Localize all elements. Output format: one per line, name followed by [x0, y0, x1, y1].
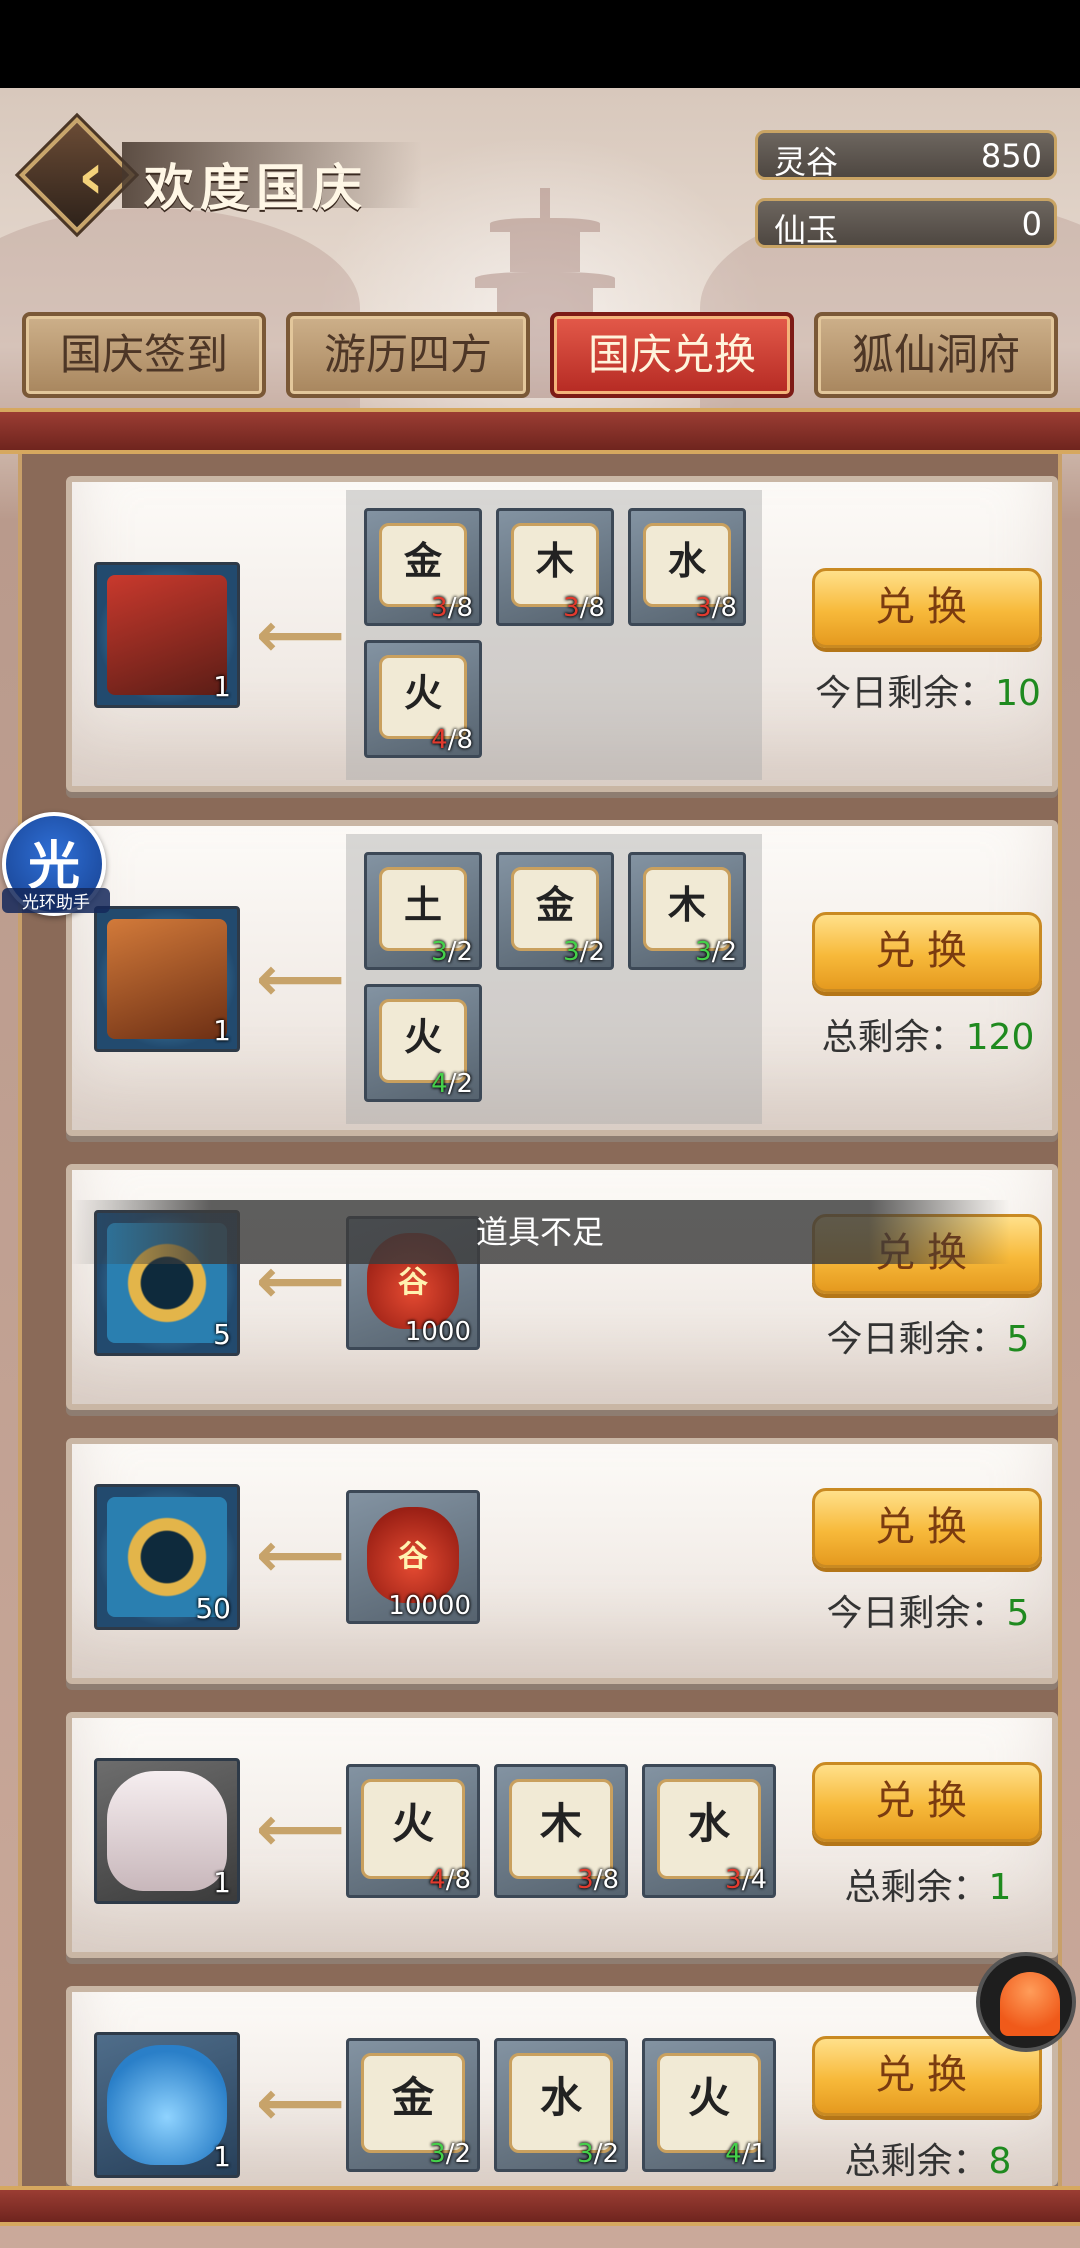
reward-count: 1 [213, 1866, 231, 1899]
requirement-count: 4/8 [431, 725, 473, 755]
requirement-item[interactable]: 火 4/2 [364, 984, 482, 1102]
exchange-card: 1 ⟵ 火 4/8 木 3/8 水 3/4 兑换 总剩余：1 [66, 1712, 1058, 1958]
notification-button[interactable] [976, 1952, 1076, 2052]
reward-count: 5 [213, 1318, 231, 1351]
requirement-item[interactable]: 水 3/2 [494, 2038, 628, 2172]
requirement-count: 3/8 [577, 1865, 619, 1895]
scroll-icon: 水 [657, 1779, 761, 1879]
status-bar [0, 0, 1080, 88]
requirement-count: 3/2 [563, 937, 605, 967]
exchange-card: 1 ⟵ 金 3/2 水 3/2 火 4/1 兑换 总剩余：8 [66, 1986, 1058, 2186]
requirement-count: 1000 [404, 1317, 471, 1347]
reward-count: 1 [213, 2140, 231, 2173]
reward-item-slot[interactable]: 1 [94, 1758, 240, 1904]
scroll-icon: 木 [509, 1779, 613, 1879]
scroll-icon: 火 [361, 1779, 465, 1879]
requirement-item[interactable]: 木 3/8 [496, 508, 614, 626]
arrow-left-icon: ⟵ [256, 2066, 345, 2139]
toast-message: 道具不足 [70, 1200, 1010, 1264]
reward-item-slot[interactable]: 1 [94, 2032, 240, 2178]
arrow-left-icon: ⟵ [256, 598, 345, 671]
requirement-item[interactable]: 金 3/2 [346, 2038, 480, 2172]
reward-item-slot[interactable]: 1 [94, 906, 240, 1052]
grain-bag-icon: 谷 [367, 1507, 459, 1603]
requirement-count: 3/8 [563, 593, 605, 623]
arrow-left-icon: ⟵ [256, 1792, 345, 1865]
exchange-card: 50 ⟵ 谷 10000 兑换 今日剩余：5 [66, 1438, 1058, 1684]
exchange-card: 1 ⟵ 土 3/2 金 3/2 木 3/2 火 4/2 兑换 总剩余：120 [66, 820, 1058, 1136]
requirement-count: 3/4 [725, 1865, 767, 1895]
remaining-count: 总剩余：120 [821, 1017, 1035, 1058]
exchange-button[interactable]: 兑换 [812, 568, 1042, 648]
requirement-count: 3/2 [695, 937, 737, 967]
requirement-item[interactable]: 谷 10000 [346, 1490, 480, 1624]
requirement-item[interactable]: 金 3/2 [496, 852, 614, 970]
tab-national-day-checkin[interactable]: 国庆签到 [22, 312, 266, 398]
frame-bottom-border [0, 2186, 1080, 2226]
exchange-list[interactable]: 1 ⟵ 金 3/8 木 3/8 水 3/8 火 4/8 兑换 今日剩余：10 1… [18, 454, 1062, 2194]
bell-icon [1000, 1972, 1060, 2036]
chevron-left-icon[interactable]: ‹ [56, 142, 126, 212]
reward-item-slot[interactable]: 1 [94, 562, 240, 708]
currency-value: 0 [1021, 205, 1042, 243]
requirement-item[interactable]: 土 3/2 [364, 852, 482, 970]
treasure-chest-icon [107, 575, 227, 695]
exchange-button[interactable]: 兑换 [812, 1762, 1042, 1842]
requirement-count: 4/8 [429, 1865, 471, 1895]
requirement-count: 4/1 [725, 2139, 767, 2169]
requirement-count: 3/2 [431, 937, 473, 967]
remaining-count: 今日剩余：10 [815, 673, 1041, 714]
requirement-count: 3/2 [577, 2139, 619, 2169]
floating-assistant-button[interactable]: 光 光环助手 [2, 812, 110, 916]
frame-top-border [0, 408, 1080, 454]
blue-pouch-icon [107, 2045, 227, 2165]
scroll-icon: 金 [361, 2053, 465, 2153]
fox-mask-icon [107, 1771, 227, 1891]
requirement-item[interactable]: 金 3/8 [364, 508, 482, 626]
reward-count: 50 [195, 1592, 231, 1625]
exchange-card: 1 ⟵ 金 3/8 木 3/8 水 3/8 火 4/8 兑换 今日剩余：10 [66, 476, 1058, 792]
assistant-label: 光环助手 [2, 888, 110, 913]
requirement-item[interactable]: 火 4/8 [346, 1764, 480, 1898]
arrow-left-icon: ⟵ [256, 942, 345, 1015]
requirement-item[interactable]: 火 4/8 [364, 640, 482, 758]
tab-fox-cave[interactable]: 狐仙洞府 [814, 312, 1058, 398]
requirement-count: 3/8 [431, 593, 473, 623]
remaining-count: 今日剩余：5 [826, 1593, 1030, 1634]
currency-label: 仙玉 [774, 211, 839, 249]
exchange-button[interactable]: 兑换 [812, 1488, 1042, 1568]
remaining-count: 总剩余：1 [844, 1867, 1012, 1908]
reward-count: 1 [213, 1014, 231, 1047]
header: ‹ 欢度国庆 [19, 117, 422, 233]
scroll-icon: 火 [657, 2053, 761, 2153]
requirement-count: 4/2 [431, 1069, 473, 1099]
requirement-panel: 金 3/8 木 3/8 水 3/8 火 4/8 [346, 490, 762, 780]
reward-item-slot[interactable]: 50 [94, 1484, 240, 1630]
requirement-item[interactable]: 水 3/4 [642, 1764, 776, 1898]
tab-travel[interactable]: 游历四方 [286, 312, 530, 398]
scroll-icon: 水 [509, 2053, 613, 2153]
requirement-item[interactable]: 水 3/8 [628, 508, 746, 626]
page-title: 欢度国庆 [144, 158, 368, 217]
requirement-item[interactable]: 火 4/1 [642, 2038, 776, 2172]
currency-value: 850 [980, 137, 1042, 175]
requirement-item[interactable]: 木 3/2 [628, 852, 746, 970]
requirement-count: 10000 [388, 1591, 471, 1621]
requirement-count: 3/8 [695, 593, 737, 623]
currency-label: 灵谷 [774, 143, 839, 181]
remaining-count: 总剩余：8 [844, 2141, 1012, 2182]
remaining-count: 今日剩余：5 [826, 1319, 1030, 1360]
currency-xianyu: 仙玉 0 [755, 198, 1057, 249]
exchange-button[interactable]: 兑换 [812, 912, 1042, 992]
tab-national-day-exchange[interactable]: 国庆兑换 [550, 312, 794, 398]
requirement-count: 3/2 [429, 2139, 471, 2169]
requirement-panel: 土 3/2 金 3/2 木 3/2 火 4/2 [346, 834, 762, 1124]
arrow-left-icon: ⟵ [256, 1518, 345, 1591]
treasure-chest-icon [107, 919, 227, 1039]
currency-lingu: 灵谷 850 [755, 130, 1057, 181]
requirement-item[interactable]: 木 3/8 [494, 1764, 628, 1898]
reward-count: 1 [213, 670, 231, 703]
